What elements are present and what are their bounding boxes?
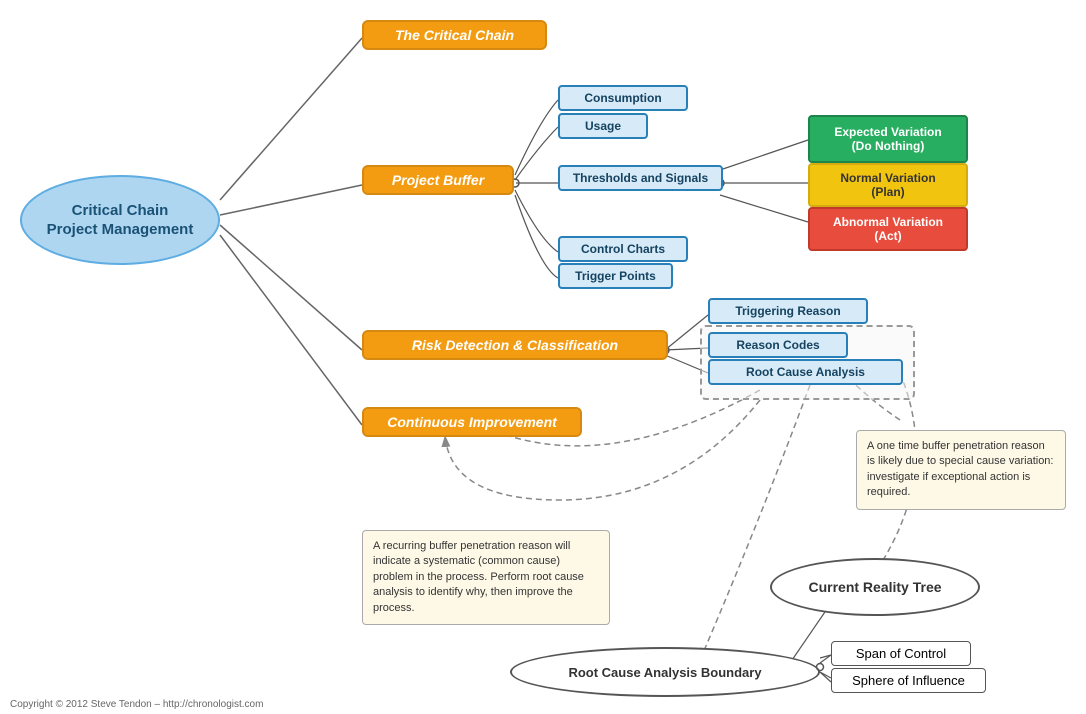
copyright-text: Copyright © 2012 Steve Tendon – http://c… — [10, 699, 263, 710]
normal-variation-node: Normal Variation (Plan) — [808, 163, 968, 207]
consumption-node: Consumption — [558, 85, 688, 111]
triggering-reason-node: Triggering Reason — [708, 298, 868, 324]
continuous-improvement-node: Continuous Improvement — [362, 407, 582, 437]
reason-codes-node: Reason Codes — [708, 332, 848, 358]
expected-variation-node: Expected Variation (Do Nothing) — [808, 115, 968, 163]
abnormal-variation-label: Abnormal Variation (Act) — [833, 215, 943, 243]
span-of-control-label: Span of Control — [856, 646, 946, 661]
abnormal-variation-node: Abnormal Variation (Act) — [808, 207, 968, 251]
root-cause-boundary-node: Root Cause Analysis Boundary — [510, 647, 820, 697]
consumption-label: Consumption — [584, 91, 661, 105]
expected-variation-label: Expected Variation (Do Nothing) — [834, 125, 941, 153]
note-onetime: A one time buffer penetration reason is … — [856, 430, 1066, 510]
thresholds-label: Thresholds and Signals — [573, 171, 708, 185]
risk-detection-node: Risk Detection & Classification — [362, 330, 668, 360]
critical-chain-label: The Critical Chain — [395, 27, 514, 43]
current-reality-tree-node: Current Reality Tree — [770, 558, 980, 616]
note-onetime-text: A one time buffer penetration reason is … — [867, 440, 1053, 498]
main-node: Critical Chain Project Management — [20, 175, 220, 265]
risk-detection-label: Risk Detection & Classification — [412, 337, 618, 353]
continuous-improvement-label: Continuous Improvement — [387, 414, 557, 430]
reason-codes-label: Reason Codes — [736, 338, 819, 352]
root-cause-analysis-node: Root Cause Analysis — [708, 359, 903, 385]
usage-node: Usage — [558, 113, 648, 139]
trigger-points-node: Trigger Points — [558, 263, 673, 289]
critical-chain-node: The Critical Chain — [362, 20, 547, 50]
root-cause-boundary-label: Root Cause Analysis Boundary — [568, 665, 761, 680]
thresholds-node: Thresholds and Signals — [558, 165, 723, 191]
note-recurring: A recurring buffer penetration reason wi… — [362, 530, 610, 625]
usage-label: Usage — [585, 119, 621, 133]
root-cause-analysis-label: Root Cause Analysis — [746, 365, 865, 379]
control-charts-label: Control Charts — [581, 242, 665, 256]
normal-variation-label: Normal Variation (Plan) — [840, 171, 935, 199]
sphere-of-influence-label: Sphere of Influence — [852, 673, 965, 688]
triggering-reason-label: Triggering Reason — [735, 304, 840, 318]
sphere-of-influence-node: Sphere of Influence — [831, 668, 986, 693]
span-of-control-node: Span of Control — [831, 641, 971, 666]
trigger-points-label: Trigger Points — [575, 269, 656, 283]
project-buffer-label: Project Buffer — [392, 172, 484, 188]
note-recurring-text: A recurring buffer penetration reason wi… — [373, 540, 584, 614]
main-node-label: Critical Chain Project Management — [47, 201, 194, 240]
control-charts-node: Control Charts — [558, 236, 688, 262]
current-reality-tree-label: Current Reality Tree — [808, 579, 941, 595]
project-buffer-node: Project Buffer — [362, 165, 514, 195]
